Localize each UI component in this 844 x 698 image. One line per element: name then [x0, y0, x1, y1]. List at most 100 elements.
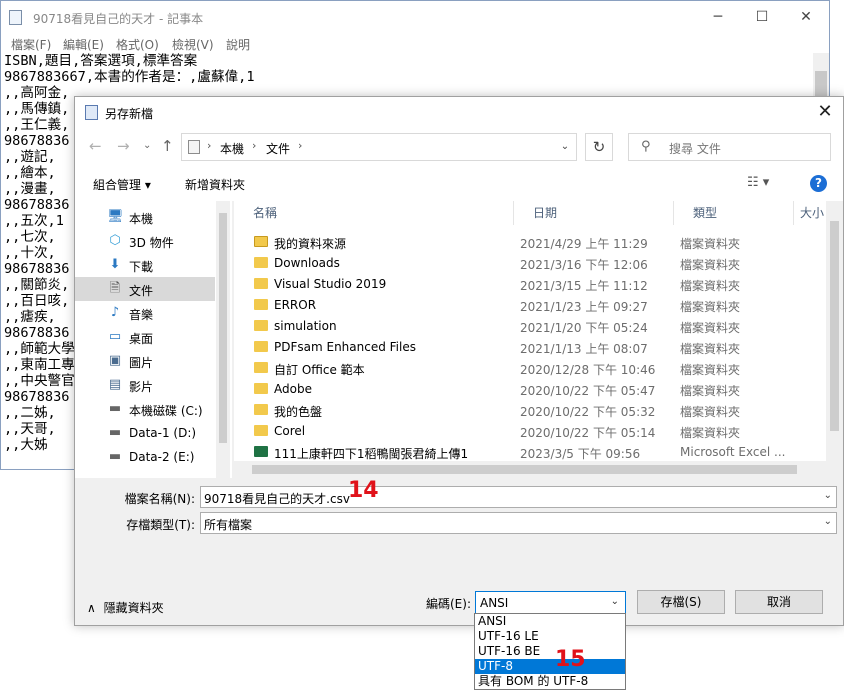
- encoding-label: 編碼(E):: [426, 597, 471, 611]
- maximize-icon[interactable]: ☐: [739, 1, 785, 33]
- chevron-down-icon: ⌄: [610, 596, 619, 607]
- filetype-select[interactable]: 所有檔案 ⌄: [200, 512, 837, 534]
- help-icon[interactable]: ?: [810, 175, 827, 192]
- menu-format[interactable]: 格式(O): [116, 36, 159, 53]
- encoding-option[interactable]: UTF-16 LE: [475, 629, 625, 644]
- encoding-option[interactable]: 具有 BOM 的 UTF-8: [475, 674, 625, 689]
- file-row[interactable]: Adobe 2020/10/22 下午 05:47 檔案資料夾: [234, 379, 826, 400]
- back-arrow-icon[interactable]: ←: [89, 137, 102, 155]
- file-row[interactable]: 我的資料來源 2021/4/29 上午 11:29 檔案資料夾: [234, 232, 826, 253]
- file-type: 檔案資料夾: [680, 342, 741, 356]
- new-folder-button[interactable]: 新增資料夾: [185, 176, 245, 193]
- file-name: Corel: [274, 424, 306, 438]
- menu-view[interactable]: 檢視(V): [172, 36, 214, 53]
- file-row[interactable]: 111上康軒四下1稻鴨閩張君綺上傳1 2023/3/5 下午 09:56 Micro…: [234, 442, 826, 463]
- breadcrumb-documents[interactable]: 文件: [266, 140, 290, 157]
- file-row[interactable]: 我的色盤 2020/10/22 下午 05:32 檔案資料夾: [234, 400, 826, 421]
- search-placeholder: 搜尋 文件: [669, 142, 721, 156]
- nav-item[interactable]: 🗎 文件: [75, 277, 215, 301]
- nav-item[interactable]: ⬇ 下載: [83, 253, 213, 277]
- file-row[interactable]: ERROR 2021/1/23 上午 09:27 檔案資料夾: [234, 295, 826, 316]
- nav-scrollbar[interactable]: [216, 201, 230, 478]
- file-type: 檔案資料夾: [680, 258, 741, 272]
- nav-item[interactable]: ▬ 本機磁碟 (C:): [83, 397, 213, 421]
- notepad-title: 90718看見自己的天才 - 記事本: [33, 12, 204, 26]
- file-name: Visual Studio 2019: [274, 277, 387, 291]
- file-list-horizontal-scrollbar[interactable]: [234, 461, 826, 478]
- view-options-icon[interactable]: ☷ ▾: [747, 175, 769, 190]
- recent-locations-icon[interactable]: ⌄: [143, 140, 151, 151]
- chevron-down-icon[interactable]: ⌄: [554, 134, 576, 160]
- file-date: 2021/3/15 上午 11:12: [520, 279, 648, 293]
- file-list: 名稱 日期 類型 大小 我的資料來源 2021/4/29 上午 11:29 檔案資料…: [234, 201, 843, 478]
- file-name: 我的色盤: [274, 405, 323, 419]
- cancel-button[interactable]: 取消: [735, 590, 823, 614]
- encoding-dropdown-list: ANSI UTF-16 LE UTF-16 BE UTF-8 具有 BOM 的 UTF-…: [474, 613, 626, 690]
- folder-icon: [254, 362, 268, 373]
- close-icon[interactable]: ✕: [783, 1, 829, 33]
- file-row[interactable]: PDFsam Enhanced Files 2021/1/13 上午 08:07 檔…: [234, 337, 826, 358]
- chevron-down-icon[interactable]: ⌄: [824, 490, 832, 501]
- notepad-titlebar: 90718看見自己的天才 - 記事本 ─ ☐ ✕: [1, 1, 829, 33]
- cube-icon: ⬡: [109, 233, 121, 248]
- file-row[interactable]: Corel 2020/10/22 下午 05:14 檔案資料夾: [234, 421, 826, 442]
- chevron-down-icon[interactable]: ⌄: [824, 516, 832, 527]
- column-header-name[interactable]: 名稱: [234, 201, 514, 225]
- search-box[interactable]: ⚲ 搜尋 文件: [628, 133, 831, 161]
- address-bar[interactable]: › 本機 › 文件 › ⌄: [181, 133, 577, 161]
- nav-item[interactable]: ♪ 音樂: [83, 301, 213, 325]
- file-row[interactable]: simulation 2021/1/20 下午 05:24 檔案資料夾: [234, 316, 826, 337]
- nav-item[interactable]: ▣ 圖片: [83, 349, 213, 373]
- encoding-select[interactable]: ANSI ⌄: [475, 591, 626, 614]
- breadcrumb-this-pc[interactable]: 本機: [220, 140, 244, 157]
- up-arrow-icon[interactable]: ↑: [161, 137, 174, 155]
- file-date: 2020/10/22 下午 05:47: [520, 384, 656, 398]
- column-header-type[interactable]: 類型: [674, 201, 794, 225]
- hide-folders-button[interactable]: ∧ 隱藏資料夾: [87, 599, 164, 616]
- file-row[interactable]: 自訂 Office 範本 2020/12/28 下午 10:46 檔案資料夾: [234, 358, 826, 379]
- nav-item[interactable]: ⬡ 3D 物件: [83, 229, 213, 253]
- step-annotation-encoding: 15: [555, 647, 586, 672]
- nav-item-label: 圖片: [129, 356, 154, 370]
- file-name: Downloads: [274, 256, 340, 270]
- file-date: 2020/12/28 下午 10:46: [520, 363, 656, 377]
- encoding-option[interactable]: UTF-16 BE: [475, 644, 625, 659]
- chevron-right-icon[interactable]: ›: [298, 139, 302, 152]
- filename-input[interactable]: 90718看見自己的天才.csv ⌄: [200, 486, 837, 508]
- encoding-option[interactable]: UTF-8: [475, 659, 625, 674]
- nav-item-label: 影片: [129, 380, 154, 394]
- nav-item-label: 桌面: [129, 332, 154, 346]
- file-row[interactable]: Downloads 2021/3/16 下午 12:06 檔案資料夾: [234, 253, 826, 274]
- minimize-icon[interactable]: ─: [695, 1, 741, 33]
- notepad-menubar: 檔案(F) 編輯(E) 格式(O) 檢視(V) 說明: [1, 33, 829, 53]
- menu-file[interactable]: 檔案(F): [11, 36, 51, 53]
- chevron-right-icon[interactable]: ›: [252, 139, 256, 152]
- file-type: 檔案資料夾: [680, 426, 741, 440]
- organize-button[interactable]: 組合管理 ▾: [93, 176, 151, 193]
- file-date: 2021/1/23 上午 09:27: [520, 300, 648, 314]
- folder-icon: [254, 257, 268, 268]
- folder-icon: [254, 341, 268, 352]
- file-type: 檔案資料夾: [680, 405, 741, 419]
- chevron-right-icon[interactable]: ›: [207, 139, 211, 152]
- nav-item[interactable]: ▬ Data-2 (E:): [83, 445, 213, 469]
- filename-value: 90718看見自己的天才.csv: [204, 492, 350, 506]
- computer-icon: 🖥: [107, 209, 124, 224]
- nav-item[interactable]: ▭ 桌面: [83, 325, 213, 349]
- filetype-label: 存檔類型(T):: [126, 518, 195, 532]
- file-list-vertical-scrollbar[interactable]: [826, 201, 843, 478]
- column-header-date[interactable]: 日期: [514, 201, 674, 225]
- nav-item[interactable]: ▤ 影片: [83, 373, 213, 397]
- refresh-button[interactable]: ↻: [585, 133, 613, 161]
- menu-edit[interactable]: 編輯(E): [63, 36, 104, 53]
- forward-arrow-icon[interactable]: →: [117, 137, 130, 155]
- nav-item-label: 本機: [129, 212, 154, 226]
- file-type: 檔案資料夾: [680, 321, 741, 335]
- menu-help[interactable]: 說明: [226, 36, 250, 53]
- file-row[interactable]: Visual Studio 2019 2021/3/15 上午 11:12 檔案資料…: [234, 274, 826, 295]
- save-button[interactable]: 存檔(S): [637, 590, 725, 614]
- encoding-option[interactable]: ANSI: [475, 614, 625, 629]
- close-icon[interactable]: ✕: [813, 101, 837, 123]
- nav-item[interactable]: 🖥 本機: [83, 205, 213, 229]
- nav-item[interactable]: ▬ Data-1 (D:): [83, 421, 213, 445]
